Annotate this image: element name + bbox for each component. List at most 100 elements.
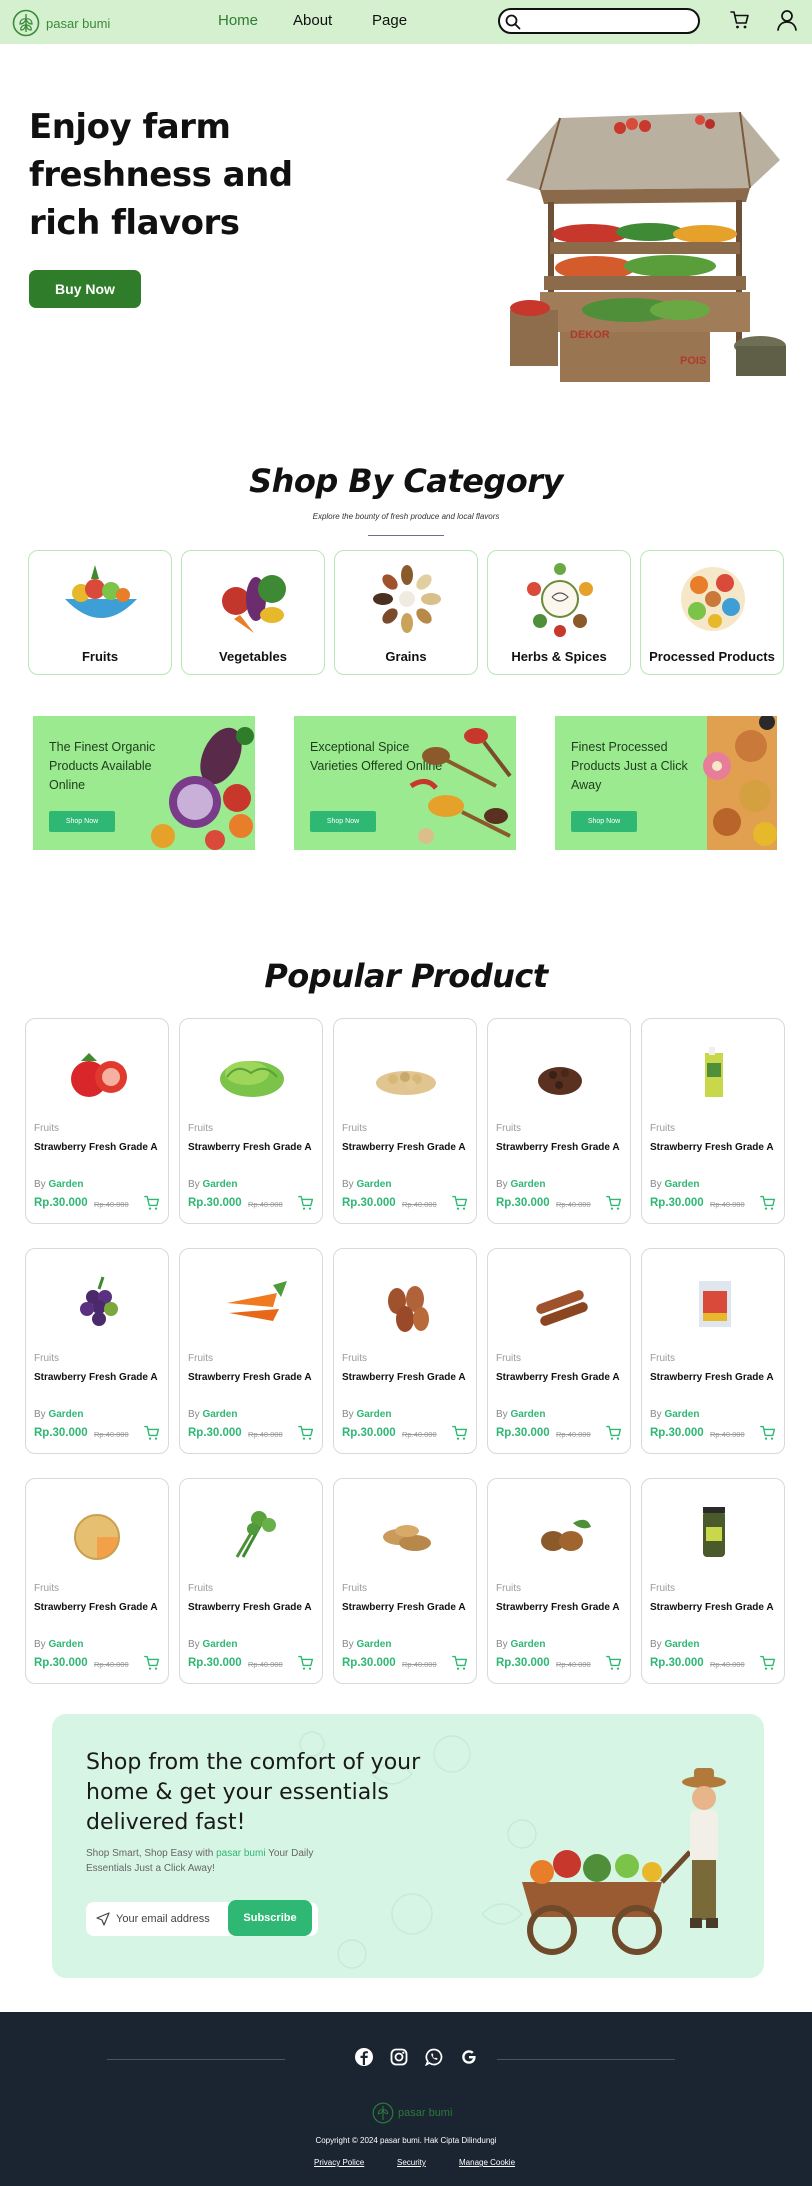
brand-logo[interactable]: pasar bumi: [12, 9, 110, 37]
category-section-title: Shop By Category: [249, 462, 563, 500]
category-card-processed-products[interactable]: Processed Products: [640, 550, 784, 675]
product-seller: By Garden: [496, 1639, 546, 1650]
svg-text:DEKOR: DEKOR: [570, 329, 610, 341]
subscribe-button[interactable]: Subscribe: [228, 1900, 312, 1936]
add-to-cart-icon[interactable]: [760, 1655, 776, 1676]
product-price: Rp.30.000: [650, 1657, 704, 1669]
product-card[interactable]: Fruits Strawberry Fresh Grade A By Garden R…: [487, 1248, 631, 1454]
product-card[interactable]: Fruits Strawberry Fresh Grade A By Garden R…: [641, 1248, 785, 1454]
privacy-link[interactable]: Privacy Police: [314, 2158, 364, 2167]
instagram-icon[interactable]: [390, 2048, 408, 2066]
add-to-cart-icon[interactable]: [452, 1425, 468, 1446]
product-name[interactable]: Strawberry Fresh Grade A: [650, 1142, 774, 1153]
product-name[interactable]: Strawberry Fresh Grade A: [342, 1602, 466, 1613]
product-name[interactable]: Strawberry Fresh Grade A: [34, 1142, 158, 1153]
promo-banner[interactable]: Exceptional Spice Varieties Offered Onli…: [294, 716, 516, 850]
footer-logo[interactable]: pasar bumi: [372, 2102, 452, 2124]
search-icon: [505, 14, 521, 30]
footer: pasar bumi Copyright © 2024 pasar bumi. …: [0, 2012, 812, 2186]
fruit-bowl-icon: [65, 565, 137, 618]
category-label: Herbs & Spices: [511, 649, 607, 664]
product-old-price: Rp.40.000: [556, 1200, 591, 1209]
copyright-text: Copyright © 2024 pasar bumi. Hak Cipta D…: [315, 2136, 497, 2145]
add-to-cart-icon[interactable]: [452, 1195, 468, 1216]
market-stall-illustration: DEKOR POIS: [506, 111, 786, 382]
cart-icon[interactable]: [730, 10, 750, 30]
nav-link-home[interactable]: Home: [218, 12, 258, 29]
add-to-cart-icon[interactable]: [452, 1655, 468, 1676]
product-price: Rp.30.000: [650, 1197, 704, 1209]
add-to-cart-icon[interactable]: [298, 1655, 314, 1676]
add-to-cart-icon[interactable]: [298, 1195, 314, 1216]
security-link[interactable]: Security: [397, 2158, 426, 2167]
product-image: [538, 1067, 582, 1095]
product-name[interactable]: Strawberry Fresh Grade A: [34, 1372, 158, 1383]
product-card[interactable]: Fruits Strawberry Fresh Grade A By Garden R…: [333, 1478, 477, 1684]
add-to-cart-icon[interactable]: [144, 1195, 160, 1216]
product-old-price: Rp.40.000: [556, 1430, 591, 1439]
product-card[interactable]: Fruits Strawberry Fresh Grade A By Garden R…: [333, 1018, 477, 1224]
product-price: Rp.30.000: [496, 1197, 550, 1209]
category-card-fruits[interactable]: Fruits: [28, 550, 172, 675]
product-name[interactable]: Strawberry Fresh Grade A: [188, 1372, 312, 1383]
product-name[interactable]: Strawberry Fresh Grade A: [188, 1602, 312, 1613]
product-name[interactable]: Strawberry Fresh Grade A: [496, 1142, 620, 1153]
newsletter-section: Shop from the comfort of your home & get…: [52, 1714, 764, 1978]
add-to-cart-icon[interactable]: [144, 1655, 160, 1676]
product-card[interactable]: Fruits Strawberry Fresh Grade A By Garden R…: [487, 1018, 631, 1224]
product-seller: By Garden: [650, 1639, 700, 1650]
promo-banner[interactable]: The Finest Organic Products Available On…: [33, 716, 255, 850]
shop-now-button[interactable]: Shop Now: [571, 811, 637, 832]
product-name[interactable]: Strawberry Fresh Grade A: [34, 1602, 158, 1613]
herbs-spices-icon: [527, 563, 593, 637]
category-card-herbs-spices[interactable]: Herbs & Spices: [487, 550, 631, 675]
shop-now-button[interactable]: Shop Now: [49, 811, 115, 832]
product-name[interactable]: Strawberry Fresh Grade A: [496, 1372, 620, 1383]
google-icon[interactable]: [460, 2048, 478, 2066]
product-name[interactable]: Strawberry Fresh Grade A: [342, 1142, 466, 1153]
add-to-cart-icon[interactable]: [606, 1195, 622, 1216]
product-image: [705, 1047, 723, 1097]
product-category: Fruits: [650, 1123, 675, 1134]
product-name[interactable]: Strawberry Fresh Grade A: [650, 1372, 774, 1383]
promo-banner[interactable]: Finest Processed Products Just a Click A…: [555, 716, 777, 850]
email-field[interactable]: [116, 1910, 226, 1928]
product-card[interactable]: Fruits Strawberry Fresh Grade A By Garden R…: [487, 1478, 631, 1684]
facebook-icon[interactable]: [355, 2048, 373, 2066]
add-to-cart-icon[interactable]: [144, 1425, 160, 1446]
product-image: [376, 1071, 436, 1095]
nav-link-page[interactable]: Page: [372, 12, 407, 29]
shop-now-button[interactable]: Shop Now: [310, 811, 376, 832]
product-card[interactable]: Fruits Strawberry Fresh Grade A By Garden R…: [641, 1478, 785, 1684]
product-old-price: Rp.40.000: [710, 1200, 745, 1209]
add-to-cart-icon[interactable]: [606, 1425, 622, 1446]
user-icon[interactable]: [776, 9, 798, 31]
whatsapp-icon[interactable]: [425, 2048, 443, 2066]
add-to-cart-icon[interactable]: [606, 1655, 622, 1676]
product-card[interactable]: Fruits Strawberry Fresh Grade A By Garden R…: [641, 1018, 785, 1224]
product-card[interactable]: Fruits Strawberry Fresh Grade A By Garden R…: [25, 1248, 169, 1454]
product-old-price: Rp.40.000: [710, 1430, 745, 1439]
product-card[interactable]: Fruits Strawberry Fresh Grade A By Garden R…: [333, 1248, 477, 1454]
manage-cookie-link[interactable]: Manage Cookie: [459, 2158, 515, 2167]
buy-now-button[interactable]: Buy Now: [29, 270, 141, 308]
product-card[interactable]: Fruits Strawberry Fresh Grade A By Garden R…: [179, 1018, 323, 1224]
product-card[interactable]: Fruits Strawberry Fresh Grade A By Garden R…: [25, 1018, 169, 1224]
product-name[interactable]: Strawberry Fresh Grade A: [342, 1372, 466, 1383]
category-card-vegetables[interactable]: Vegetables: [181, 550, 325, 675]
category-label: Fruits: [81, 649, 119, 664]
add-to-cart-icon[interactable]: [760, 1425, 776, 1446]
product-name[interactable]: Strawberry Fresh Grade A: [496, 1602, 620, 1613]
product-card[interactable]: Fruits Strawberry Fresh Grade A By Garden R…: [179, 1248, 323, 1454]
product-card[interactable]: Fruits Strawberry Fresh Grade A By Garden R…: [179, 1478, 323, 1684]
product-card[interactable]: Fruits Strawberry Fresh Grade A By Garden R…: [25, 1478, 169, 1684]
add-to-cart-icon[interactable]: [298, 1425, 314, 1446]
product-name[interactable]: Strawberry Fresh Grade A: [650, 1602, 774, 1613]
nav-link-about[interactable]: About: [293, 12, 332, 29]
product-seller: By Garden: [34, 1179, 84, 1190]
search-input[interactable]: [498, 8, 700, 34]
category-card-grains[interactable]: Grains: [334, 550, 478, 675]
grains-icon: [373, 565, 441, 633]
add-to-cart-icon[interactable]: [760, 1195, 776, 1216]
product-name[interactable]: Strawberry Fresh Grade A: [188, 1142, 312, 1153]
